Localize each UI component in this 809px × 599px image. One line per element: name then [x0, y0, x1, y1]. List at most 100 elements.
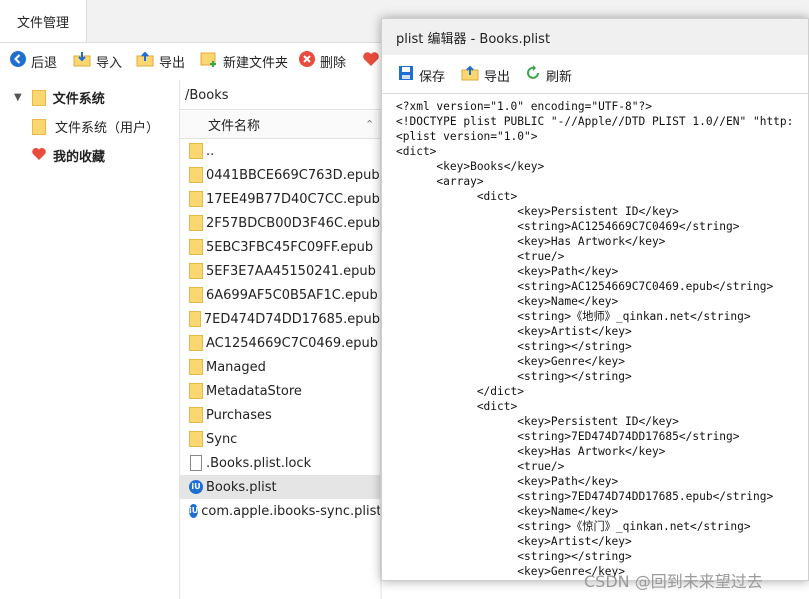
file-row[interactable]: 2F57BDCB00D3F46C.epub [180, 211, 380, 235]
code-line: <plist version="1.0"> [396, 130, 538, 143]
code-line: <true/> [396, 250, 565, 263]
file-row[interactable]: 5EBC3FBC45FC09FF.epub [180, 235, 380, 259]
file-name: 0441BBCE669C763D.epub [206, 167, 380, 183]
file-row[interactable]: .. [180, 139, 380, 163]
code-line: <string></string> [396, 370, 632, 383]
column-header-name[interactable]: 文件名称 ⌃ [180, 111, 380, 139]
file-row[interactable]: iU Books.plist [180, 475, 380, 499]
file-row[interactable]: 7ED474D74DD17685.epub [180, 307, 380, 331]
file-name: Books.plist [206, 479, 277, 495]
code-line: <string>AC1254669C7C0469</string> [396, 220, 740, 233]
code-line: <!DOCTYPE plist PUBLIC "-//Apple//DTD PL… [396, 115, 794, 128]
plist-code-area[interactable]: <?xml version="1.0" encoding="UTF-8"?> <!… [396, 99, 808, 579]
file-row[interactable]: iU com.apple.ibooks-sync.plist [180, 499, 380, 523]
file-name: 17EE49B77D40C7CC.epub [206, 191, 380, 207]
tab-label: 文件管理 [16, 15, 69, 31]
code-line: </dict> [396, 385, 524, 398]
file-icon [190, 455, 202, 471]
folder-icon [189, 335, 203, 351]
code-line: <key>Name</key> [396, 295, 619, 308]
save-button[interactable]: 保存 [398, 65, 445, 85]
code-line: <true/> [396, 460, 565, 473]
code-line: <key>Genre</key> [396, 355, 626, 368]
back-button[interactable]: 后退 [10, 51, 57, 71]
folder-icon [189, 287, 203, 303]
file-row[interactable]: .Books.plist.lock [180, 451, 380, 475]
folder-icon [189, 359, 203, 375]
plist-file-icon: iU [189, 480, 203, 494]
file-row[interactable]: Sync [180, 427, 380, 451]
code-line: <string>7ED474D74DD17685</string> [396, 430, 740, 443]
code-line: <?xml version="1.0" encoding="UTF-8"?> [396, 100, 652, 113]
folder-icon [31, 89, 46, 106]
export-icon [461, 65, 479, 85]
code-line: <string></string> [396, 550, 632, 563]
folder-icon [189, 263, 203, 279]
code-line: <key>Name</key> [396, 505, 619, 518]
file-name: Purchases [206, 407, 272, 423]
file-name: .. [206, 143, 215, 159]
import-button[interactable]: 导入 [73, 51, 122, 71]
file-name: Sync [206, 431, 238, 447]
code-line: <string>7ED474D74DD17685.epub</string> [396, 490, 774, 503]
folder-icon [189, 407, 203, 423]
column-header-label: 文件名称 [208, 119, 261, 134]
file-name: 5EF3E7AA45150241.epub [206, 263, 376, 279]
code-line: <key>Persistent ID</key> [396, 415, 679, 428]
chevron-down-icon: ▼ [14, 92, 22, 103]
sidebar: ▼ 文件系统 文件系统（用户） 我的收藏 [0, 80, 180, 599]
file-row[interactable]: MetadataStore [180, 379, 380, 403]
file-row[interactable]: 17EE49B77D40C7CC.epub [180, 187, 380, 211]
file-row[interactable]: Purchases [180, 403, 380, 427]
code-line: <key>Has Artwork</key> [396, 235, 666, 248]
code-line: <key>Has Artwork</key> [396, 445, 666, 458]
export-button[interactable]: 导出 [136, 51, 185, 71]
folder-icon [189, 215, 203, 231]
code-line: <key>Path</key> [396, 265, 619, 278]
code-line: <array> [396, 175, 484, 188]
code-line: <string>《惊门》_qinkan.net</string> [396, 520, 751, 533]
code-line: <key>Persistent ID</key> [396, 205, 679, 218]
sidebar-item-filesystem-user[interactable]: 文件系统（用户） [32, 117, 159, 136]
file-name: AC1254669C7C0469.epub [206, 335, 379, 351]
code-line: <dict> [396, 145, 437, 158]
refresh-icon [525, 65, 541, 85]
file-row[interactable]: 0441BBCE669C763D.epub [180, 163, 380, 187]
editor-export-button[interactable]: 导出 [461, 65, 510, 85]
current-path: /Books [185, 88, 229, 103]
code-line: <dict> [396, 190, 518, 203]
sidebar-item-favorites[interactable]: 我的收藏 [31, 146, 105, 165]
folder-icon [189, 191, 203, 207]
file-row[interactable]: AC1254669C7C0469.epub [180, 331, 380, 355]
file-name: MetadataStore [206, 383, 302, 399]
file-name: 6A699AF5C0B5AF1C.epub [206, 287, 378, 303]
watermark: CSDN @回到未来望过去 [584, 572, 763, 591]
folder-icon [32, 118, 46, 135]
file-name: 5EBC3FBC45FC09FF.epub [206, 239, 374, 255]
save-icon [398, 65, 414, 85]
sort-up-icon: ⌃ [365, 118, 375, 131]
plist-editor-window: plist 编辑器 - Books.plist 保存 导出 刷新 <?xml v… [381, 18, 809, 581]
export-icon [136, 51, 154, 71]
delete-button[interactable]: 删除 [299, 51, 346, 71]
file-name: com.apple.ibooks-sync.plist [201, 503, 380, 519]
delete-icon [299, 51, 315, 71]
code-line: <key>Artist</key> [396, 535, 632, 548]
editor-title-bar[interactable]: plist 编辑器 - Books.plist [382, 19, 808, 55]
file-row[interactable]: 6A699AF5C0B5AF1C.epub [180, 283, 380, 307]
file-row[interactable]: Managed [180, 355, 380, 379]
folder-icon [189, 311, 201, 327]
editor-toolbar: 保存 导出 刷新 [382, 55, 808, 94]
refresh-button[interactable]: 刷新 [525, 65, 572, 85]
folder-icon [189, 143, 203, 159]
editor-title: plist 编辑器 - Books.plist [396, 31, 551, 47]
file-name: 7ED474D74DD17685.epub [203, 311, 380, 327]
new-folder-button[interactable]: 新建文件夹 [200, 51, 288, 71]
file-name: .Books.plist.lock [206, 455, 312, 471]
back-arrow-icon [10, 51, 26, 71]
heart-icon [31, 147, 47, 165]
tab-file-manager[interactable]: 文件管理 [0, 0, 87, 42]
sidebar-item-filesystem[interactable]: ▼ 文件系统 [14, 88, 105, 107]
folder-icon [189, 431, 203, 447]
file-row[interactable]: 5EF3E7AA45150241.epub [180, 259, 380, 283]
